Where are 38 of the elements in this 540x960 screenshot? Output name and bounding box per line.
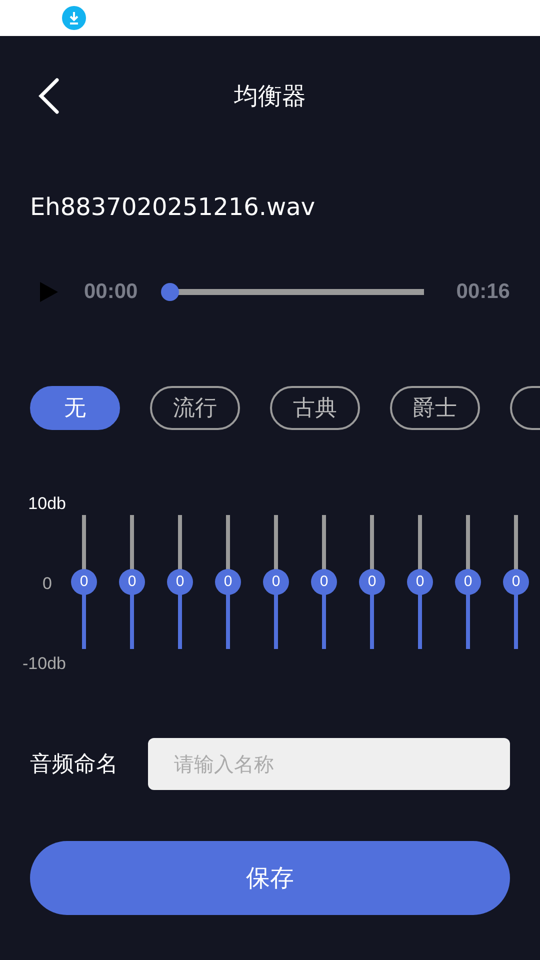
band-slider[interactable]: 0	[119, 502, 145, 662]
band-slider[interactable]: 0	[407, 502, 433, 662]
band-thumb[interactable]: 0	[407, 569, 433, 595]
band-thumb[interactable]: 0	[71, 569, 97, 595]
band-thumb[interactable]: 0	[167, 569, 193, 595]
band-slider[interactable]: 0	[455, 502, 481, 662]
band-slider[interactable]: 0	[71, 502, 97, 662]
total-time: 00:16	[456, 280, 510, 304]
progress-thumb[interactable]	[160, 283, 179, 301]
preset-chip[interactable]: 无	[30, 386, 120, 430]
band-slider[interactable]: 0	[263, 502, 289, 662]
current-time: 00:00	[84, 280, 138, 304]
band-slider[interactable]: 0	[167, 502, 193, 662]
preset-chip[interactable]	[510, 386, 540, 430]
band-thumb[interactable]: 0	[503, 569, 529, 595]
preset-chip[interactable]: 流行	[150, 386, 240, 430]
band-thumb[interactable]: 0	[455, 569, 481, 595]
band-thumb[interactable]: 0	[311, 569, 337, 595]
band-slider[interactable]: 0	[503, 502, 529, 662]
preset-chip[interactable]: 爵士	[390, 386, 480, 430]
band-slider[interactable]: 0	[215, 502, 241, 662]
page-title: 均衡器	[234, 81, 306, 112]
band-slider[interactable]: 0	[311, 502, 337, 662]
download-icon	[62, 6, 86, 30]
scale-label: 0	[42, 574, 52, 594]
band-thumb[interactable]: 0	[119, 569, 145, 595]
band-thumb[interactable]: 0	[359, 569, 385, 595]
band-thumb[interactable]: 0	[215, 569, 241, 595]
save-button[interactable]: 保存	[30, 841, 510, 915]
band-thumb[interactable]: 0	[263, 569, 289, 595]
band-slider[interactable]: 0	[359, 502, 385, 662]
name-input-field[interactable]: 请输入名称	[148, 738, 510, 790]
scale-label: -10db	[22, 654, 66, 674]
scale-label: 10db	[28, 494, 66, 514]
preset-chip[interactable]: 古典	[270, 386, 360, 430]
field-label: 音频命名	[30, 751, 118, 779]
back-icon[interactable]	[38, 78, 60, 114]
file-name: Eh8837020251216.wav	[29, 192, 316, 222]
